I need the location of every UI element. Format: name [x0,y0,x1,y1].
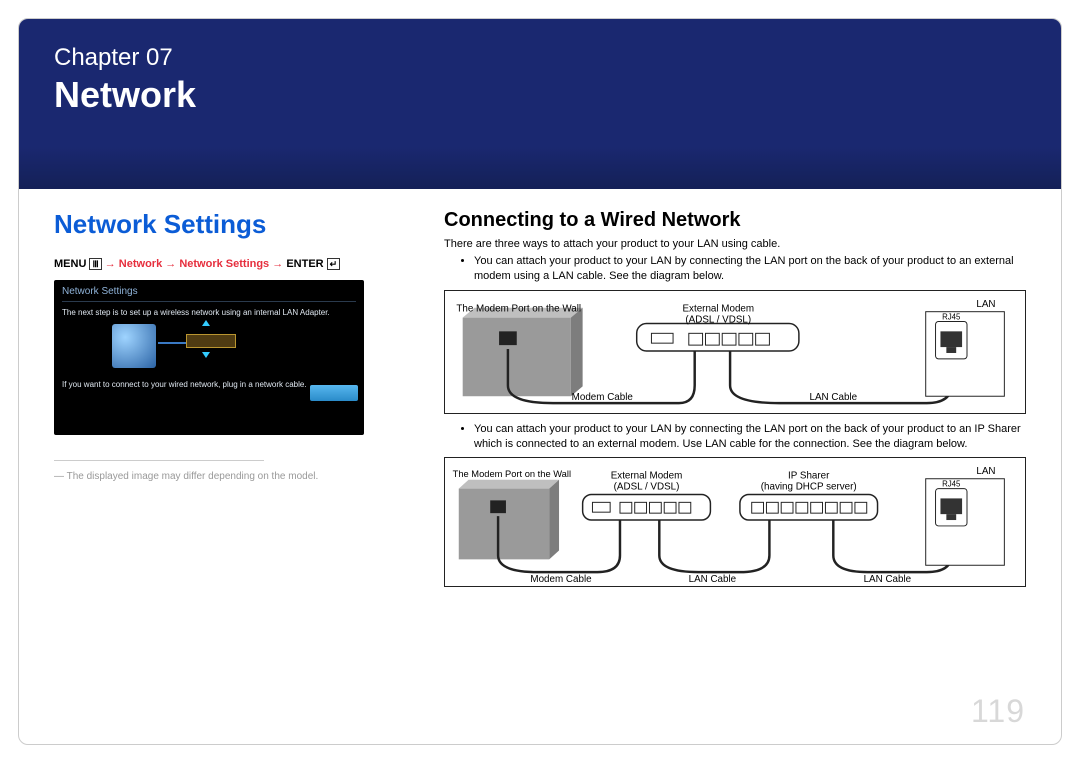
arrow-icon: → [105,258,119,270]
page-number: 119 [971,693,1025,730]
breadcrumb-network: Network [119,258,162,270]
tv-device-icon [112,324,156,368]
arrow-icon: → [272,258,286,270]
diagram2-cable2-label: LAN Cable [689,574,737,585]
arrow-icon: → [165,258,179,270]
tv-graphic [62,324,356,374]
tv-screenshot-title: Network Settings [62,286,356,297]
section-title: Network Settings [54,209,424,240]
chapter-label: Chapter 07 [54,44,1026,72]
diagram2-modem-label: External Modem [611,471,683,482]
bullet-1: You can attach your product to your LAN … [474,254,1026,284]
diagram1-wall-label: The Modem Port on the Wall [456,303,581,314]
footnote: The displayed image may differ depending… [54,471,424,482]
chapter-title: Network [54,74,1026,116]
diagram1-cable2-label: LAN Cable [810,392,858,403]
bullet-list: You can attach your product to your LAN … [444,254,1026,284]
diagram2-lan-label: LAN [976,466,995,477]
menu-label: MENU [54,258,86,270]
bullet-2: You can attach your product to your LAN … [474,422,1026,452]
menu-path: MENU Ⅲ → Network → Network Settings → EN… [54,258,424,270]
tv-button [310,385,358,401]
enter-icon: ↵ [327,258,341,270]
bullet-list-2: You can attach your product to your LAN … [444,422,1026,452]
arrow-up-icon [202,320,210,326]
diagram2-rj45-label: RJ45 [942,480,961,489]
diagram2-sharer-sub: (having DHCP server) [761,482,857,493]
sub-title: Connecting to a Wired Network [444,209,1026,232]
diagram2-modem-sub: (ADSL / VDSL) [614,482,680,493]
tv-cable-icon [158,342,186,344]
diagram1-modem-label: External Modem [683,303,755,314]
tv-screenshot: Network Settings The next step is to set… [54,280,364,435]
intro-text: There are three ways to attach your prod… [444,238,1026,250]
arrow-down-icon [202,352,210,358]
left-column: Network Settings MENU Ⅲ → Network → Netw… [54,209,424,595]
diagram2-sharer-label: IP Sharer [788,471,830,482]
diagram1-rj45-label: RJ45 [942,312,961,321]
breadcrumb-network-settings: Network Settings [179,258,269,270]
tv-router-icon [186,334,236,348]
diagram1-cable1-label: Modem Cable [572,392,634,403]
diagram-2: The Modem Port on the Wall Modem Cable E… [444,457,1026,587]
menu-icon: Ⅲ [89,258,101,270]
diagram2-cable3-label: LAN Cable [864,574,912,585]
chapter-header: Chapter 07 Network [19,19,1061,189]
right-column: Connecting to a Wired Network There are … [424,209,1026,595]
diagram1-modem-sub: (ADSL / VDSL) [685,314,751,325]
diagram2-wall-label: The Modem Port on the Wall [453,469,571,479]
diagram1-lan-label: LAN [976,298,995,309]
footnote-divider [54,460,264,461]
tv-message-1: The next step is to set up a wireless ne… [62,308,356,318]
diagram-1: The Modem Port on the Wall Modem Cable E… [444,290,1026,414]
page-frame: Chapter 07 Network Network Settings MENU… [18,18,1062,745]
enter-label: ENTER [286,258,323,270]
diagram2-cable1-label: Modem Cable [530,574,592,585]
